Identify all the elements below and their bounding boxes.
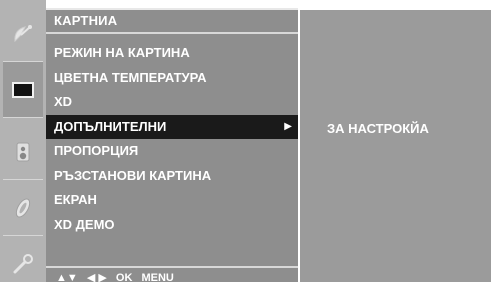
strip-item-time[interactable] <box>3 180 43 236</box>
menu-item-label: ПРОПОРЦИЯ <box>54 143 139 158</box>
clock-icon <box>15 197 31 218</box>
menu-item-aspect-ratio[interactable]: ПРОПОРЦИЯ <box>46 139 298 164</box>
submenu-panel: ЗА НАСТРОКЙА <box>300 10 491 282</box>
menu-list: РЕЖИН НА КАРТИНА ЦВЕТНА ТЕМПЕРАТУРА XD Д… <box>46 41 298 237</box>
submenu-setup-item[interactable]: ЗА НАСТРОКЙА <box>327 121 429 136</box>
strip-item-setup[interactable] <box>3 6 43 62</box>
submenu-arrow-icon: ▶ <box>284 120 292 132</box>
strip-item-picture[interactable] <box>3 62 43 118</box>
leftright-arrows-icon: ◀ ▶ <box>86 272 107 284</box>
navigation-hint-bar: ▲▼ ◀ ▶ OK MENU <box>56 271 180 284</box>
speaker-icon <box>16 142 30 161</box>
menu-title: КАРТНИА <box>54 13 118 28</box>
menu-item-picture-reset[interactable]: РЪЗСТАНОВИ КАРТИНА <box>46 164 298 189</box>
strip-item-option[interactable] <box>3 236 43 292</box>
menu-hint: MENU <box>141 272 174 284</box>
menu-item-label: XD <box>54 94 73 109</box>
menu-item-label: РЕЖИН НА КАРТИНА <box>54 45 190 60</box>
picture-menu-panel: КАРТНИА РЕЖИН НА КАРТИНА ЦВЕТНА ТЕМПЕРАТ… <box>46 8 298 284</box>
menu-item-xd-demo[interactable]: XD ДЕМО <box>46 213 298 238</box>
satellite-dish-icon <box>14 24 32 42</box>
menu-item-label: XD ДЕМО <box>54 216 115 232</box>
footer-divider <box>46 266 298 268</box>
menu-item-label: ЕКРАН <box>54 192 97 207</box>
menu-item-label: РЪЗСТАНОВИ КАРТИНА <box>54 167 212 183</box>
title-divider <box>46 32 298 34</box>
menu-item-picture-mode[interactable]: РЕЖИН НА КАРТИНА <box>46 41 298 66</box>
category-icon-strip <box>0 0 46 282</box>
menu-item-color-temperature[interactable]: ЦВЕТНА ТЕМПЕРАТУРА <box>46 66 298 91</box>
wrench-icon <box>13 254 33 274</box>
menu-item-label: ДОПЪЛНИТЕЛНИ <box>54 118 167 134</box>
menu-item-label: ЦВЕТНА ТЕМПЕРАТУРА <box>54 69 207 85</box>
picture-screen-icon <box>12 81 34 98</box>
menu-item-advanced[interactable]: ДОПЪЛНИТЕЛНИ ▶ <box>46 114 298 139</box>
ok-hint: OK <box>115 272 133 284</box>
osd-screen: КАРТНИА РЕЖИН НА КАРТИНА ЦВЕТНА ТЕМПЕРАТ… <box>0 0 491 284</box>
strip-item-audio[interactable] <box>3 124 43 180</box>
updown-arrows-icon: ▲▼ <box>56 272 78 284</box>
menu-item-xd[interactable]: XD <box>46 90 298 115</box>
menu-item-screen[interactable]: ЕКРАН <box>46 188 298 213</box>
